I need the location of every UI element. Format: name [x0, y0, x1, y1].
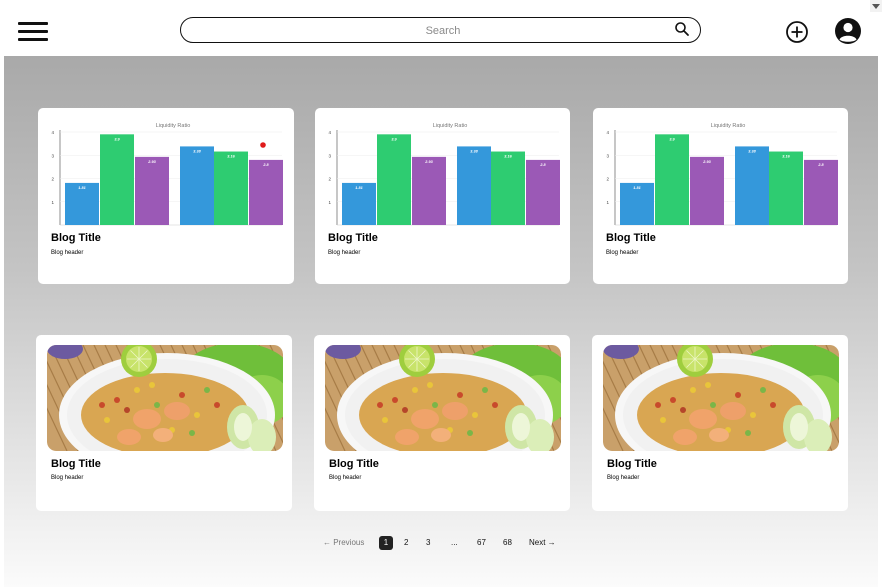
bar [135, 156, 169, 225]
bar-value-label: 3.16 [782, 155, 790, 159]
bar [412, 156, 446, 225]
bar-value-label: 3.16 [504, 155, 512, 159]
search-icon[interactable] [674, 21, 690, 37]
blog-header: Blog header [51, 475, 84, 481]
blog-card[interactable]: Blog Title Blog header [592, 335, 848, 511]
blog-card[interactable]: Liquidity Ratio 1 2 3 4 1.81 3.9 2.93 3.38 3.16 2.… [315, 108, 570, 284]
bar-value-label: 3.9 [391, 137, 397, 141]
page-67-button[interactable]: 67 [477, 536, 486, 550]
bar [214, 151, 248, 225]
blog-header: Blog header [607, 475, 640, 481]
page-68-button[interactable]: 68 [503, 536, 512, 550]
page-3-button[interactable]: 3 [426, 536, 430, 550]
bar [491, 151, 525, 225]
blog-title: Blog Title [51, 458, 101, 470]
page-2-button[interactable]: 2 [404, 536, 408, 550]
bar-chart: Liquidity Ratio 1 2 3 4 1.81 3.9 2.93 3.38 3.16 2.… [606, 123, 838, 226]
next-page-link[interactable]: Next → [529, 536, 556, 550]
bar [457, 146, 491, 225]
user-account-icon[interactable] [834, 17, 862, 45]
blog-title: Blog Title [328, 232, 378, 244]
chart-title: Liquidity Ratio [711, 123, 746, 129]
blog-card[interactable]: Liquidity Ratio 1 2 3 4 1.81 3.9 2.93 3.38 3.16 2.… [38, 108, 294, 284]
y-tick-label: 1 [51, 200, 54, 205]
y-tick-label: 1 [606, 200, 609, 205]
fried-rice-photo [603, 345, 839, 451]
bar-value-label: 1.81 [633, 186, 640, 190]
bar-value-label: 1.81 [78, 186, 85, 190]
bar-value-label: 2.8 [262, 163, 269, 167]
scroll-up-arrow-icon[interactable] [870, 0, 882, 12]
pagination-ellipsis: ... [451, 538, 458, 547]
bar [769, 151, 803, 225]
blog-title: Blog Title [606, 232, 656, 244]
bar-value-label: 3.9 [114, 137, 120, 141]
chart-title: Liquidity Ratio [433, 123, 468, 129]
marker-dot [260, 142, 266, 148]
bar-value-label: 3.16 [227, 155, 235, 159]
bar-value-label: 3.38 [748, 149, 756, 153]
page-1-button[interactable]: 1 [379, 536, 393, 550]
bar-value-label: 3.38 [470, 149, 478, 153]
shrimp [164, 402, 190, 420]
y-tick-label: 2 [328, 177, 331, 182]
bar-value-label: 2.93 [424, 160, 433, 164]
bar-chart: Liquidity Ratio 1 2 3 4 1.81 3.9 2.93 3.38 3.16 2.… [51, 123, 283, 226]
shrimp [673, 429, 697, 445]
bar-value-label: 2.8 [539, 163, 546, 167]
blog-header: Blog header [51, 250, 84, 256]
shrimp [689, 409, 717, 429]
y-tick-label: 4 [51, 130, 54, 135]
bar-value-label: 3.9 [669, 137, 675, 141]
bar-value-label: 2.8 [817, 163, 824, 167]
blog-header: Blog header [329, 475, 362, 481]
y-tick-label: 2 [51, 177, 54, 182]
shrimp [442, 402, 468, 420]
bar [249, 159, 283, 225]
search-bar [180, 17, 701, 43]
bar [180, 146, 214, 225]
bar [735, 146, 769, 225]
bar-value-label: 1.81 [355, 186, 362, 190]
shrimp [133, 409, 161, 429]
search-input[interactable] [211, 21, 675, 41]
bar-value-label: 2.93 [702, 160, 711, 164]
y-tick-label: 2 [606, 177, 609, 182]
bar [655, 134, 689, 225]
shrimp [395, 429, 419, 445]
y-tick-label: 4 [328, 130, 331, 135]
blog-header: Blog header [606, 250, 639, 256]
blog-card[interactable]: Liquidity Ratio 1 2 3 4 1.81 3.9 2.93 3.38 3.16 2.… [593, 108, 848, 284]
bar-value-label: 3.38 [193, 149, 201, 153]
y-tick-label: 4 [606, 130, 609, 135]
y-tick-label: 1 [328, 200, 331, 205]
y-tick-label: 3 [51, 153, 54, 158]
blog-title: Blog Title [51, 232, 101, 244]
shrimp [117, 429, 141, 445]
bar [100, 134, 134, 225]
top-bar [0, 0, 882, 56]
bar [804, 159, 838, 225]
add-post-button[interactable] [785, 20, 809, 44]
blog-header: Blog header [328, 250, 361, 256]
blog-title: Blog Title [607, 458, 657, 470]
post-grid: Liquidity Ratio 1 2 3 4 1.81 3.9 2.93 3.38 3.16 2.… [4, 56, 878, 587]
fried-rice-photo [47, 345, 283, 451]
blog-card[interactable]: Blog Title Blog header [314, 335, 570, 511]
blog-card[interactable]: Blog Title Blog header [36, 335, 292, 511]
shrimp [411, 409, 439, 429]
bar [377, 134, 411, 225]
bar [526, 159, 560, 225]
bar [690, 156, 724, 225]
blog-title: Blog Title [329, 458, 379, 470]
y-tick-label: 3 [328, 153, 331, 158]
bar-value-label: 2.93 [147, 160, 156, 164]
fried-rice-photo [325, 345, 561, 451]
menu-icon[interactable] [18, 22, 48, 42]
bar-chart: Liquidity Ratio 1 2 3 4 1.81 3.9 2.93 3.38 3.16 2.… [328, 123, 560, 226]
shrimp [720, 402, 746, 420]
previous-page-link[interactable]: ← Previous [323, 536, 364, 550]
chart-title: Liquidity Ratio [156, 123, 191, 129]
y-tick-label: 3 [606, 153, 609, 158]
